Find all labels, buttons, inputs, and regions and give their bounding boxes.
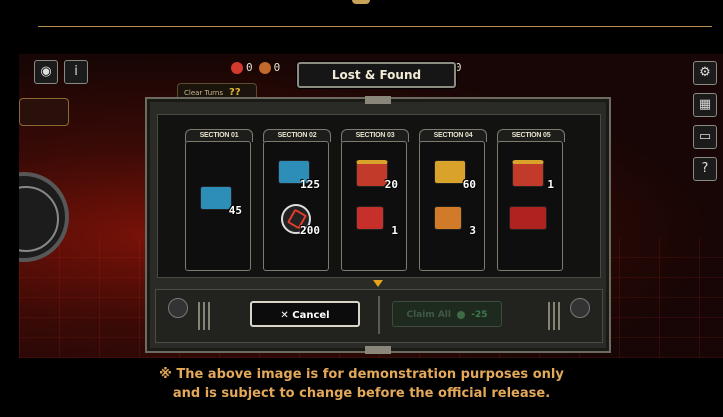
calendar-icon: ▦ [698,97,712,112]
section-card[interactable]: 1 [497,141,563,271]
red-card-icon [356,206,384,230]
left-status-chip[interactable] [19,98,69,126]
cancel-button[interactable]: ✕ Cancel [250,301,360,327]
sections-panel: SECTION 01 45 SECTION 02 125 200 SECTION… [157,114,601,278]
item-quantity: 125 [300,178,320,191]
lost-found-dialog: SECTION 01 45 SECTION 02 125 200 SECTION… [145,96,611,354]
item-quantity: 200 [300,224,320,237]
rail-decoration [198,302,210,330]
resource-cross-item: 0 [258,61,280,74]
frame-tab-top [365,96,391,104]
reward-item [498,202,562,242]
red-gem-icon [231,61,243,74]
claim-cost: -25 [471,310,488,320]
reward-item: 20 [342,156,406,196]
section-card[interactable]: 20 1 [341,141,407,271]
red-gold-crate-icon [512,160,544,187]
help-button[interactable]: ? [693,157,717,181]
disclaimer-line-2: and is subject to change before the offi… [172,386,551,401]
resource-red-gem: 0 [231,61,253,74]
right-button-column: ⚙ ▦ ▭ ? [693,61,717,189]
profile-icon: ◉ [40,64,52,79]
top-rule [38,26,712,27]
folder-button[interactable]: ▭ [693,125,717,149]
reward-item: 3 [420,202,484,242]
reward-item: 60 [420,156,484,196]
disclaimer: ※ The above image is for demonstration p… [0,365,723,403]
claim-all-button[interactable]: Claim All -25 [392,301,502,327]
item-quantity: 3 [469,224,476,237]
bolt-icon [570,298,590,318]
section-card[interactable]: 45 [185,141,251,271]
scroll-down-arrow-icon[interactable] [373,280,383,287]
section-card[interactable]: 125 200 [263,141,329,271]
gold-crate-icon [434,160,466,184]
red-gold-crate-icon [356,160,388,187]
dialog-title: Lost & Found [297,62,456,88]
orange-card-icon [434,206,462,230]
item-quantity: 1 [391,224,398,237]
gem-icon [457,310,466,319]
header-emblem-icon [352,0,370,4]
dialog-action-bar: ✕ Cancel Claim All -25 [155,289,603,343]
claim-all-label: Claim All [406,310,451,320]
section-03: SECTION 03 20 1 [341,129,409,275]
profile-button[interactable]: ◉ [34,60,58,84]
info-button[interactable]: i [64,60,88,84]
item-quantity: 20 [384,178,398,191]
help-icon: ? [701,161,709,176]
section-02: SECTION 02 125 200 [263,129,331,275]
bolt-icon [168,298,188,318]
rail-decoration [548,302,560,330]
red-trap-card-icon [509,206,547,230]
info-icon: i [74,64,78,79]
item-quantity: 1 [547,178,554,191]
section-card[interactable]: 60 3 [419,141,485,271]
section-01: SECTION 01 45 [185,129,253,275]
reward-item: 1 [342,202,406,242]
frame-tab-bottom [365,346,391,354]
item-quantity: 45 [228,204,242,217]
button-divider [378,296,380,334]
section-04: SECTION 04 60 3 [419,129,487,275]
section-05: SECTION 05 1 [497,129,565,275]
reward-item: 45 [186,182,250,222]
settings-button[interactable]: ⚙ [693,61,717,85]
blue-crate-icon [200,186,232,210]
cross-item-icon [258,61,271,74]
folder-icon: ▭ [698,129,712,144]
reward-item: 200 [264,202,328,242]
item-quantity: 60 [462,178,476,191]
gear-icon: ⚙ [699,65,711,80]
reward-item: 125 [264,156,328,196]
reward-item: 1 [498,156,562,196]
disclaimer-line-1: ※ The above image is for demonstration p… [159,367,564,382]
calendar-button[interactable]: ▦ [693,93,717,117]
